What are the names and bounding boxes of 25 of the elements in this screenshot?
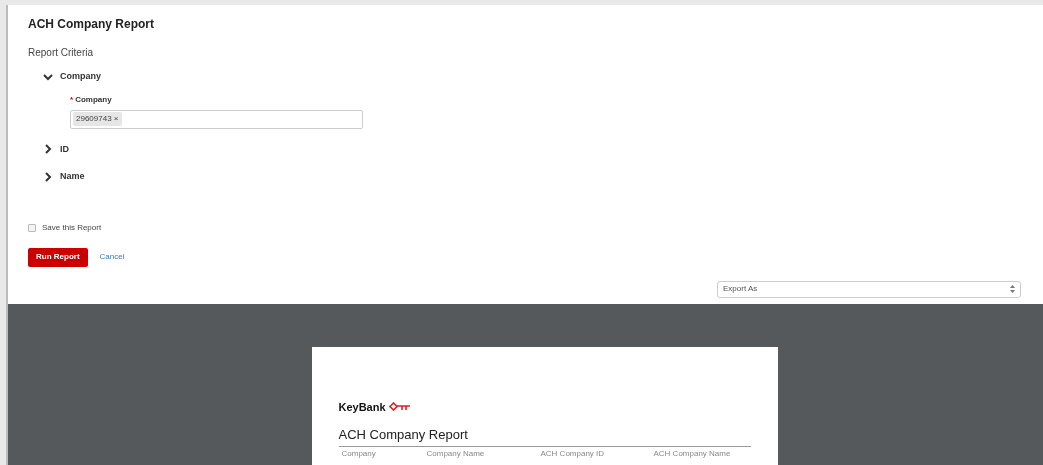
column-header: ACH Company Name	[652, 448, 732, 459]
column-header: Company	[340, 448, 377, 459]
checkbox-label: Save this Report	[42, 221, 102, 234]
column-header: ACH Company ID	[539, 448, 606, 459]
section-heading: Report Criteria	[28, 46, 95, 60]
chevron-down-icon	[43, 71, 53, 82]
cancel-link[interactable]: Cancel	[99, 251, 125, 263]
chevron-right-icon	[43, 144, 53, 155]
page-title: ACH Company Report	[28, 16, 155, 33]
bank-logo: KeyBank	[338, 399, 386, 415]
company-field[interactable]: 29609743 ×	[70, 109, 363, 129]
run-report-button[interactable]: Run Report	[28, 247, 88, 267]
section-toggle[interactable]: Name	[43, 170, 85, 184]
save-checkbox[interactable]	[28, 223, 36, 232]
report-title: ACH Company Report	[338, 425, 751, 447]
field-label: Company	[75, 93, 112, 106]
key-icon	[388, 402, 411, 412]
required-asterisk: *	[70, 93, 74, 106]
export-select[interactable]: Export As	[717, 280, 1021, 298]
section-toggle[interactable]: Company	[43, 70, 101, 84]
select-arrows-icon	[1010, 285, 1015, 293]
column-header: Company Name	[425, 448, 486, 459]
company-tag: 29609743 ×	[73, 112, 122, 126]
section-toggle[interactable]: ID	[43, 142, 69, 156]
chevron-right-icon	[43, 171, 53, 182]
